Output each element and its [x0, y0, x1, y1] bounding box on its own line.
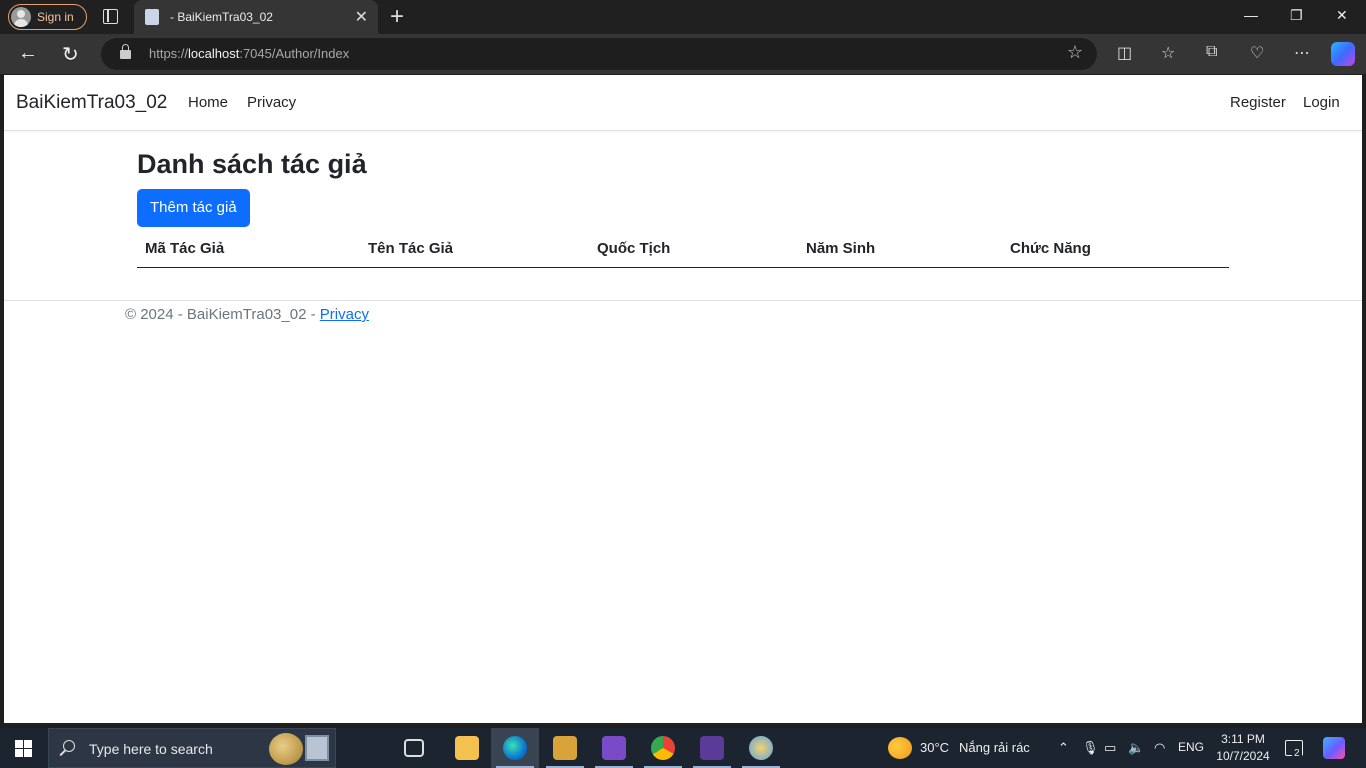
windows-taskbar: Type here to search 30°C Nắng rải rác ⌃ …: [0, 728, 1366, 768]
site-navbar: BaiKiemTra03_02 Home Privacy Register Lo…: [4, 75, 1362, 131]
tab-actions-icon[interactable]: [103, 9, 118, 24]
more-options-icon[interactable]: ⋯: [1294, 43, 1310, 63]
sign-in-button[interactable]: Sign in: [8, 4, 87, 30]
file-explorer-icon[interactable]: [455, 736, 479, 760]
nav-register[interactable]: Register: [1230, 94, 1286, 111]
page-favicon-icon: [145, 9, 159, 25]
clock-date: 10/7/2024: [1216, 749, 1270, 763]
paint-app-icon[interactable]: [749, 736, 773, 760]
terminal-app-icon[interactable]: [700, 736, 724, 760]
column-header-birth-year: Năm Sinh: [806, 240, 876, 257]
refresh-icon[interactable]: ↻: [62, 42, 79, 67]
wifi-icon[interactable]: ◠: [1154, 740, 1165, 756]
favorites-icon[interactable]: ☆: [1161, 43, 1175, 63]
weather-sun-icon[interactable]: [888, 737, 912, 759]
browser-essentials-icon[interactable]: ♡: [1250, 43, 1264, 63]
microphone-icon[interactable]: 🎙: [1082, 740, 1099, 756]
tab-title: - BaiKiemTra03_02: [170, 10, 273, 24]
site-brand[interactable]: BaiKiemTra03_02: [16, 92, 167, 114]
sign-in-label: Sign in: [37, 10, 74, 24]
tab-close-icon[interactable]: ✕: [355, 7, 368, 27]
visual-studio-icon[interactable]: [602, 736, 626, 760]
clock-time: 3:11 PM: [1221, 732, 1265, 746]
taskbar-search-box[interactable]: Type here to search: [48, 728, 336, 768]
page-title: Danh sách tác giả: [137, 149, 367, 179]
edge-browser-icon[interactable]: [503, 736, 527, 760]
new-tab-icon[interactable]: +: [390, 3, 404, 31]
footer-privacy-link[interactable]: Privacy: [320, 306, 369, 323]
browser-tab-active[interactable]: - BaiKiemTra03_02 ✕: [134, 0, 378, 34]
back-arrow-icon[interactable]: ←: [18, 42, 38, 65]
restore-icon[interactable]: ❐: [1290, 7, 1303, 24]
url-text: https://localhost:7045/Author/Index: [149, 46, 350, 61]
column-header-nationality: Quốc Tịch: [597, 240, 671, 257]
volume-icon[interactable]: 🔈: [1128, 740, 1144, 756]
browser-toolbar: ← ↻ https://localhost:7045/Author/Index …: [0, 34, 1366, 74]
authors-table-header: Mã Tác Giả Tên Tác Giả Quốc Tịch Năm Sin…: [137, 235, 1229, 268]
column-header-actions: Chức Năng: [1010, 240, 1091, 257]
input-language[interactable]: ENG: [1178, 740, 1204, 754]
profile-avatar-icon: [11, 7, 31, 27]
search-highlight-certificate-icon: [305, 735, 329, 761]
copilot-icon[interactable]: [1331, 42, 1355, 66]
nav-privacy[interactable]: Privacy: [247, 94, 296, 111]
footer-text: © 2024 - BaiKiemTra03_02 - Privacy: [125, 306, 369, 323]
browser-tab-bar: Sign in - BaiKiemTra03_02 ✕ + — ❐ ✕: [0, 0, 1366, 34]
weather-temperature[interactable]: 30°C: [920, 740, 949, 755]
lock-icon: [120, 44, 131, 59]
address-bar[interactable]: https://localhost:7045/Author/Index ☆: [101, 38, 1097, 70]
battery-icon[interactable]: ▭: [1104, 740, 1116, 756]
minimize-icon[interactable]: —: [1244, 7, 1258, 23]
windows-start-icon[interactable]: [15, 740, 32, 757]
tools-app-icon[interactable]: [553, 736, 577, 760]
weather-description[interactable]: Nắng rải rác: [959, 740, 1030, 755]
nav-home[interactable]: Home: [188, 94, 228, 111]
taskbar-clock[interactable]: 3:11 PM 10/7/2024: [1212, 731, 1274, 765]
favorite-star-icon[interactable]: ☆: [1067, 42, 1083, 63]
collections-icon[interactable]: ⧉: [1206, 43, 1217, 61]
page-viewport: BaiKiemTra03_02 Home Privacy Register Lo…: [4, 75, 1362, 723]
nav-login[interactable]: Login: [1303, 94, 1340, 111]
copilot-taskbar-icon[interactable]: [1323, 737, 1345, 759]
chrome-icon[interactable]: [651, 736, 675, 760]
column-header-author-id: Mã Tác Giả: [145, 240, 225, 257]
chevron-up-icon[interactable]: ⌃: [1058, 740, 1069, 756]
add-author-button[interactable]: Thêm tác giả: [137, 189, 250, 227]
split-screen-icon[interactable]: ◫: [1117, 43, 1132, 63]
site-footer: © 2024 - BaiKiemTra03_02 - Privacy: [4, 300, 1362, 330]
notification-count-badge: 2: [1292, 748, 1302, 759]
search-icon: [63, 740, 75, 752]
search-highlight-medal-icon: [269, 733, 303, 765]
column-header-author-name: Tên Tác Giả: [368, 240, 454, 257]
search-placeholder: Type here to search: [89, 741, 213, 757]
window-close-icon[interactable]: ✕: [1336, 7, 1348, 24]
task-view-icon[interactable]: [404, 739, 424, 757]
